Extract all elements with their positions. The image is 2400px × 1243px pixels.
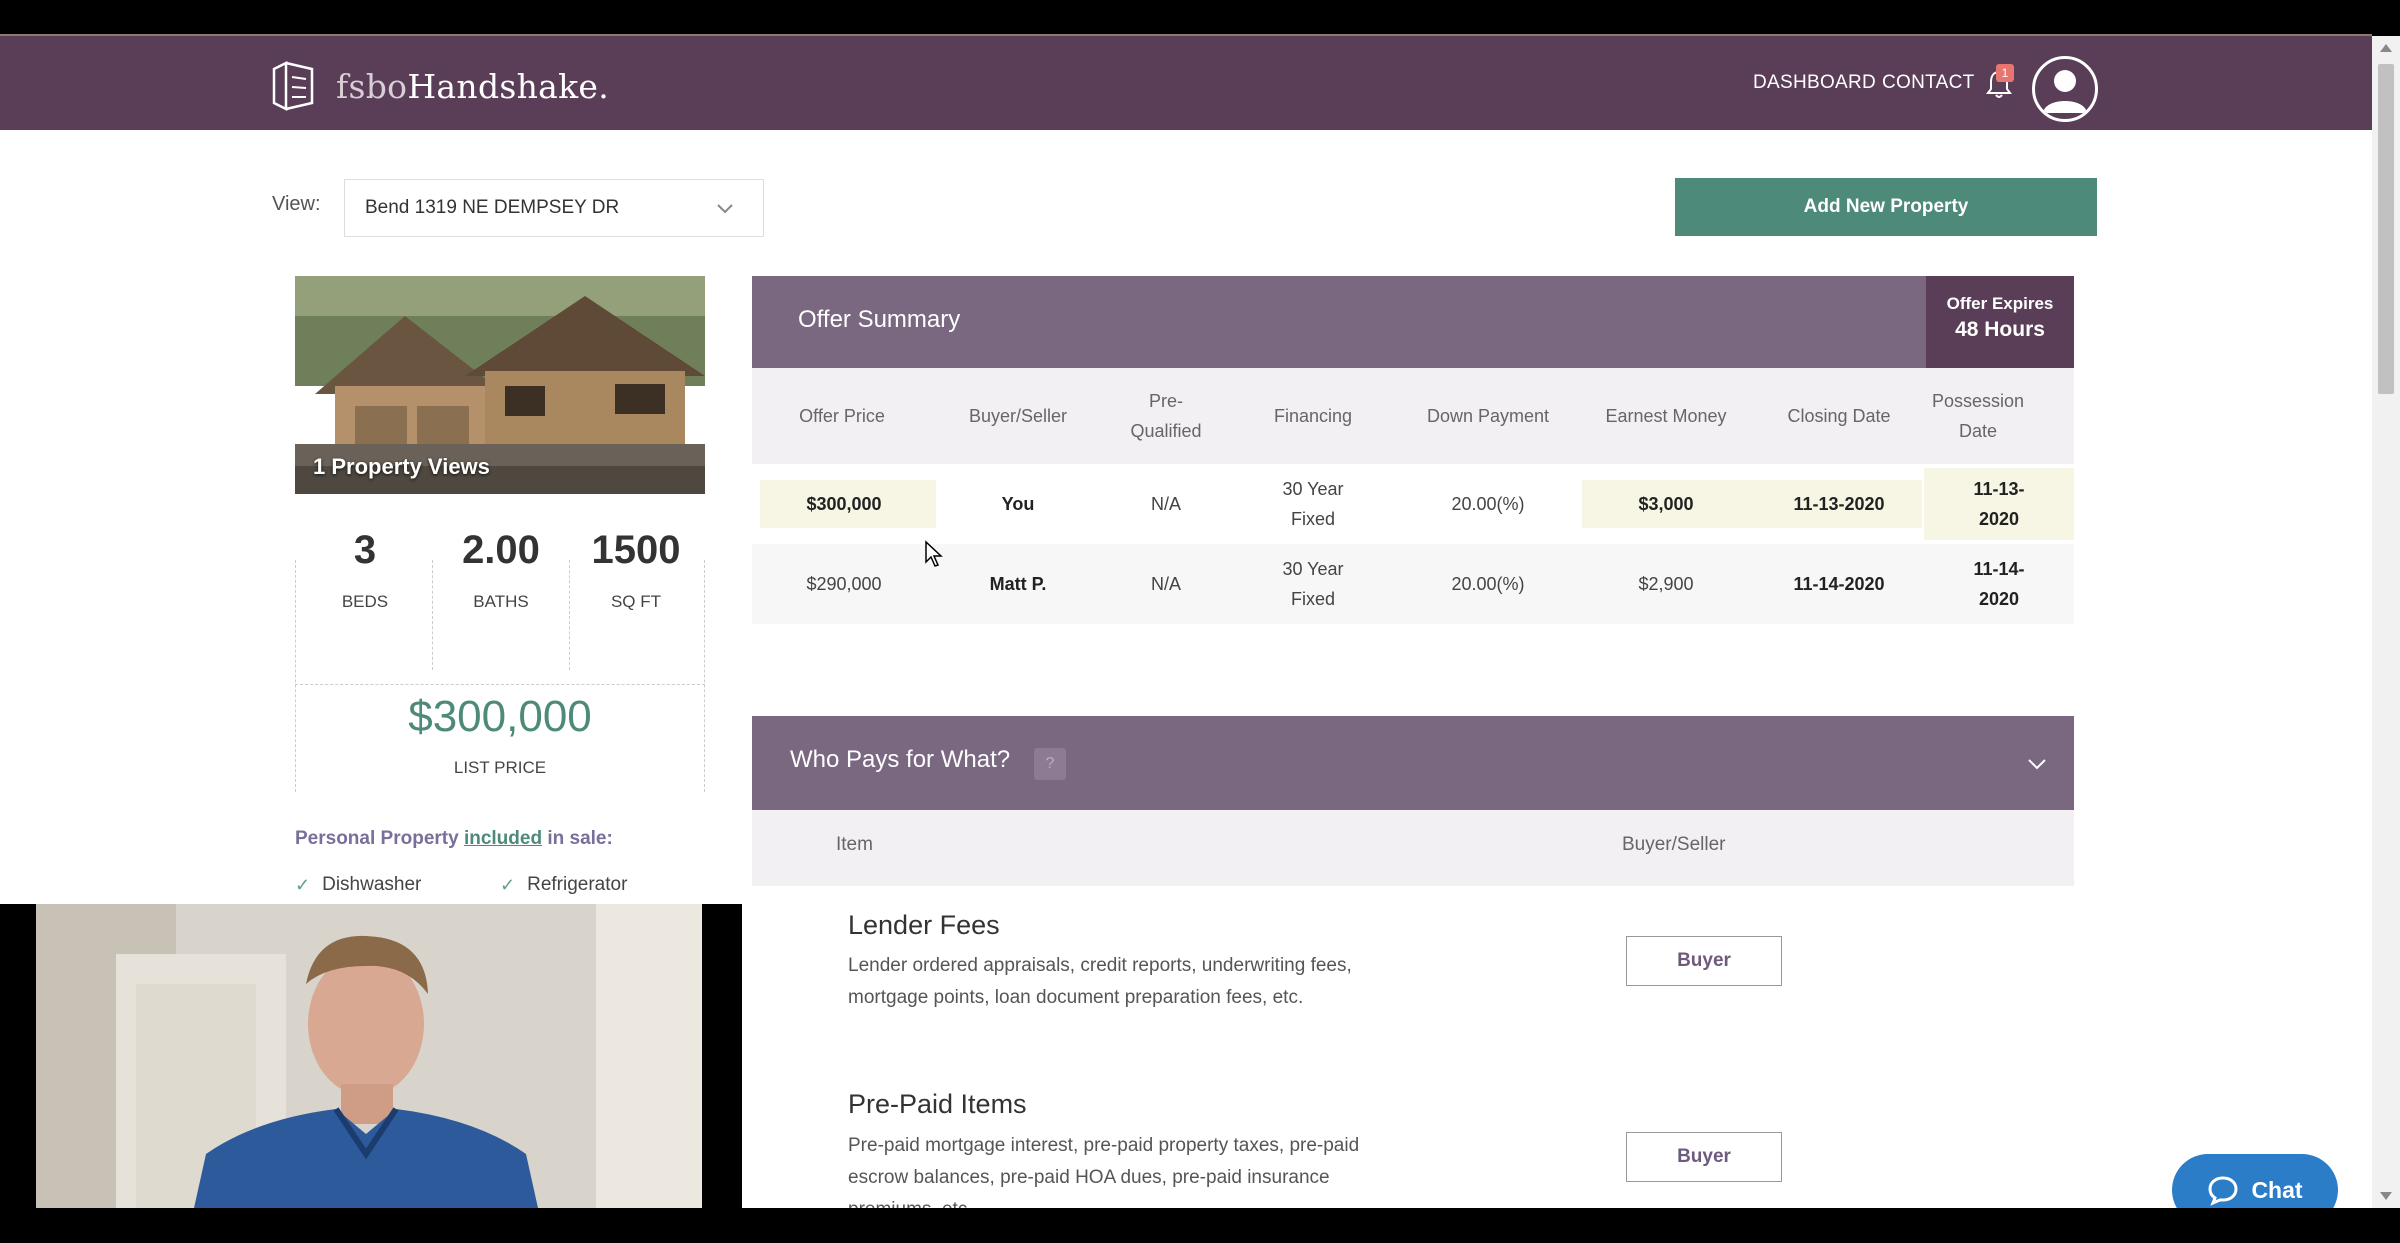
beds-stat: 3 BEDS bbox=[298, 524, 432, 612]
logo-icon bbox=[272, 60, 314, 112]
offer-expires-value: 48 Hours bbox=[1955, 318, 2045, 341]
personal-property-prefix: Personal Property bbox=[295, 828, 464, 849]
offer-closing-date: 11-14-2020 bbox=[1793, 574, 1885, 594]
user-avatar[interactable] bbox=[2032, 56, 2098, 122]
offer-price: $300,000 bbox=[806, 494, 882, 514]
offer-financing: 30 Year Fixed bbox=[1282, 479, 1344, 529]
offer-prequalified: N/A bbox=[1150, 574, 1181, 594]
offer-closing-date: 11-13-2020 bbox=[1793, 494, 1885, 514]
column-closing-date: Closing Date bbox=[1787, 406, 1891, 426]
offer-expires-badge: Offer Expires 48 Hours bbox=[1926, 276, 2074, 368]
vertical-scrollbar[interactable] bbox=[2372, 36, 2400, 1208]
list-price-value: $300,000 bbox=[408, 692, 592, 741]
personal-property-suffix: in sale: bbox=[542, 828, 613, 849]
baths-label: BATHS bbox=[473, 592, 529, 611]
offer-party: You bbox=[1001, 494, 1035, 514]
who-pays-title: Who Pays for What? bbox=[790, 746, 1011, 773]
offer-financing: 30 Year Fixed bbox=[1282, 559, 1344, 609]
baths-stat: 2.00 BATHS bbox=[434, 524, 568, 612]
property-views-count: 1 Property Views bbox=[313, 454, 490, 479]
fee-title: Pre-Paid Items bbox=[848, 1089, 1027, 1119]
scroll-up-icon[interactable] bbox=[2380, 44, 2392, 52]
fee-description: Lender ordered appraisals, credit report… bbox=[848, 955, 1352, 1008]
sqft-label: SQ FT bbox=[610, 592, 662, 611]
column-financing: Financing bbox=[1273, 406, 1353, 426]
beds-value: 3 bbox=[353, 528, 377, 572]
column-possession-date: Possession Date bbox=[1931, 391, 2025, 441]
chevron-down-icon[interactable] bbox=[2026, 752, 2048, 774]
add-new-property-button[interactable]: Add New Property bbox=[1675, 178, 2097, 236]
chat-label: Chat bbox=[2251, 1176, 2303, 1203]
mouse-cursor-icon bbox=[925, 540, 943, 567]
top-navbar: fsboHandshake. DASHBOARD CONTACT 1 bbox=[0, 36, 2372, 130]
view-label: View: bbox=[272, 193, 321, 215]
offer-expires-label: Offer Expires bbox=[1946, 294, 2054, 313]
baths-value: 2.00 bbox=[462, 528, 540, 572]
chevron-down-icon bbox=[717, 204, 733, 214]
fee-party-button[interactable]: Buyer bbox=[1626, 1132, 1782, 1182]
offer-table-header: Offer Price Buyer/Seller Pre- Qualified … bbox=[752, 368, 2074, 464]
column-buyer-seller: Buyer/Seller bbox=[968, 406, 1068, 426]
check-icon: ✓ bbox=[295, 874, 311, 895]
notification-badge: 1 bbox=[1996, 64, 2014, 82]
logo-text: fsboHandshake. bbox=[336, 67, 609, 106]
scrollbar-thumb[interactable] bbox=[2378, 64, 2394, 394]
chat-button[interactable]: Chat bbox=[2172, 1154, 2338, 1208]
chat-bubble-icon bbox=[2208, 1176, 2238, 1206]
personal-property-item-label: Dishwasher bbox=[322, 874, 422, 895]
webcam-overlay bbox=[0, 904, 742, 1208]
logo-text-bold: Handshake. bbox=[407, 66, 610, 106]
offer-possession-date: 11-13- 2020 bbox=[1973, 479, 2025, 529]
personal-property-item-label: Refrigerator bbox=[527, 874, 628, 895]
offer-earnest-money: $3,000 bbox=[1638, 494, 1694, 514]
fee-title: Lender Fees bbox=[848, 910, 1000, 940]
column-earnest-money: Earnest Money bbox=[1605, 406, 1727, 426]
offer-down-payment: 20.00(%) bbox=[1451, 494, 1525, 514]
column-buyer-seller: Buyer/Seller bbox=[1622, 834, 1726, 855]
offer-possession-date: 11-14- 2020 bbox=[1973, 559, 2025, 609]
nav-contact-link[interactable]: CONTACT bbox=[1882, 72, 1975, 94]
offer-prequalified: N/A bbox=[1150, 494, 1181, 514]
help-icon[interactable]: ? bbox=[1034, 748, 1066, 780]
included-link[interactable]: included bbox=[464, 828, 542, 849]
logo[interactable]: fsboHandshake. bbox=[270, 58, 609, 114]
property-view-select[interactable]: Bend 1319 NE DEMPSEY DR bbox=[344, 179, 764, 237]
offer-down-payment: 20.00(%) bbox=[1451, 574, 1525, 594]
personal-property-item: ✓ Refrigerator bbox=[500, 874, 627, 896]
nav-dashboard-link[interactable]: DASHBOARD bbox=[1753, 72, 1876, 94]
table-row[interactable]: $290,000 Matt P. N/A 30 Year Fixed 20.00… bbox=[752, 544, 2074, 624]
property-view-value: Bend 1319 NE DEMPSEY DR bbox=[365, 197, 620, 218]
scroll-down-icon[interactable] bbox=[2380, 1192, 2392, 1200]
user-icon bbox=[2043, 70, 2087, 113]
column-down-payment: Down Payment bbox=[1426, 406, 1550, 426]
divider bbox=[295, 684, 705, 685]
personal-property-label: Personal Property included in sale: bbox=[295, 828, 613, 850]
list-price-label: LIST PRICE bbox=[453, 758, 547, 777]
who-pays-table-header: Item Buyer/Seller bbox=[752, 810, 2074, 886]
sqft-stat: 1500 SQ FT bbox=[569, 524, 703, 612]
who-pays-header[interactable]: Who Pays for What? ? bbox=[752, 716, 2074, 810]
divider bbox=[432, 560, 433, 670]
offer-earnest-money: $2,900 bbox=[1638, 574, 1694, 594]
table-row[interactable]: $300,000 You N/A 30 Year Fixed 20.00(%) … bbox=[752, 464, 2074, 544]
fee-description: Pre-paid mortgage interest, pre-paid pro… bbox=[848, 1135, 1360, 1208]
logo-text-light: fsbo bbox=[336, 66, 408, 106]
column-pre-qualified: Pre- Qualified bbox=[1130, 391, 1202, 441]
property-photo[interactable]: 1 Property Views bbox=[295, 276, 705, 494]
column-item: Item bbox=[836, 834, 873, 855]
personal-property-item: ✓ Dishwasher bbox=[295, 874, 421, 896]
column-offer-price: Offer Price bbox=[799, 406, 885, 426]
beds-label: BEDS bbox=[341, 592, 389, 611]
fee-party-button[interactable]: Buyer bbox=[1626, 936, 1782, 986]
sqft-value: 1500 bbox=[591, 528, 681, 572]
browser-page: fsboHandshake. DASHBOARD CONTACT 1 View:… bbox=[0, 36, 2372, 1208]
offer-summary-title: Offer Summary bbox=[798, 306, 961, 333]
webcam-video bbox=[36, 904, 702, 1208]
check-icon: ✓ bbox=[500, 874, 516, 895]
offer-summary-header: Offer Summary Offer Expires 48 Hours bbox=[752, 276, 2074, 368]
offer-party: Matt P. bbox=[989, 574, 1047, 594]
offer-price: $290,000 bbox=[806, 574, 882, 594]
screen: fsboHandshake. DASHBOARD CONTACT 1 View:… bbox=[0, 0, 2400, 1243]
